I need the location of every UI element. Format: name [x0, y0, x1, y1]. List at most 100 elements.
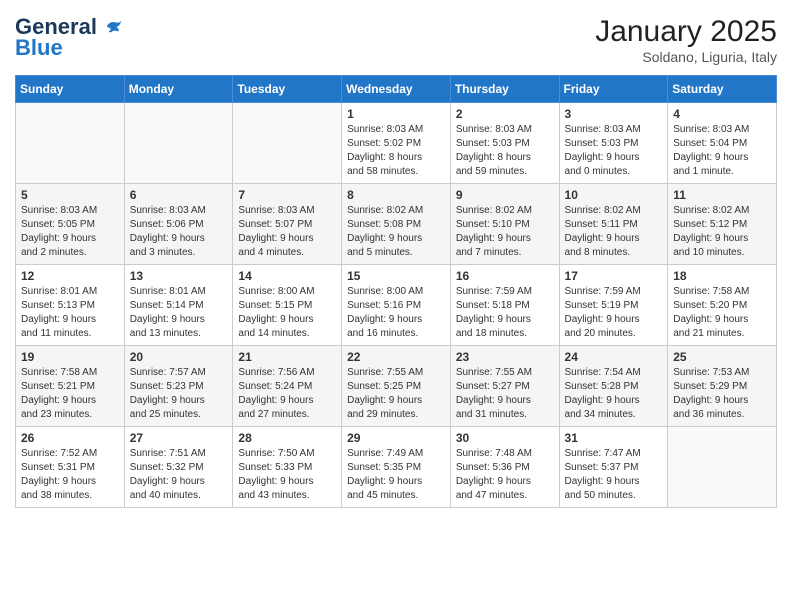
- week-row-4: 19 Sunrise: 7:58 AM Sunset: 5:21 PM Dayli…: [16, 346, 777, 427]
- day-info: Sunrise: 8:03 AM Sunset: 5:03 PM Dayligh…: [456, 123, 554, 179]
- day-number: 22: [347, 350, 445, 364]
- calendar-cell: 25Sunrise: 7:53 AM Sunset: 5:29 PM Dayli…: [668, 346, 777, 427]
- month-title: January 2025: [595, 15, 777, 49]
- day-info: Sunrise: 7:54 AM Sunset: 5:28 PM Dayligh…: [565, 366, 663, 422]
- day-info: Sunrise: 8:03 AM Sunset: 5:04 PM Dayligh…: [673, 123, 771, 179]
- day-info: Sunrise: 8:02 AM Sunset: 5:08 PM Dayligh…: [347, 204, 445, 260]
- day-info: Sunrise: 7:55 AM Sunset: 5:27 PM Dayligh…: [456, 366, 554, 422]
- day-info: Sunrise: 7:58 AM Sunset: 5:21 PM Dayligh…: [21, 366, 119, 422]
- calendar-cell: 18Sunrise: 7:58 AM Sunset: 5:20 PM Dayli…: [668, 265, 777, 346]
- day-number: 21: [238, 350, 336, 364]
- calendar-cell: 2 Sunrise: 8:03 AM Sunset: 5:03 PM Daylig…: [450, 103, 559, 184]
- day-info: Sunrise: 8:03 AM Sunset: 5:05 PM Dayligh…: [21, 204, 119, 260]
- calendar-cell: 1 Sunrise: 8:03 AM Sunset: 5:02 PM Daylig…: [342, 103, 451, 184]
- day-info: Sunrise: 8:01 AM Sunset: 5:14 PM Dayligh…: [130, 285, 228, 341]
- weekday-header-thursday: Thursday: [450, 76, 559, 103]
- day-number: 2: [456, 107, 554, 121]
- day-info: Sunrise: 8:00 AM Sunset: 5:15 PM Dayligh…: [238, 285, 336, 341]
- day-number: 9: [456, 188, 554, 202]
- day-info: Sunrise: 8:02 AM Sunset: 5:11 PM Dayligh…: [565, 204, 663, 260]
- logo-bird-icon: [105, 18, 123, 36]
- calendar-cell: 5 Sunrise: 8:03 AM Sunset: 5:05 PM Daylig…: [16, 184, 125, 265]
- calendar-cell: 28 Sunrise: 7:50 AM Sunset: 5:33 PM Dayli…: [233, 427, 342, 508]
- page-container: General Blue January 2025 Soldano, Ligur…: [0, 0, 792, 518]
- calendar-cell: 8 Sunrise: 8:02 AM Sunset: 5:08 PM Daylig…: [342, 184, 451, 265]
- calendar-cell: 30Sunrise: 7:48 AM Sunset: 5:36 PM Dayli…: [450, 427, 559, 508]
- weekday-header-tuesday: Tuesday: [233, 76, 342, 103]
- calendar-cell: 21 Sunrise: 7:56 AM Sunset: 5:24 PM Dayli…: [233, 346, 342, 427]
- week-row-1: 1 Sunrise: 8:03 AM Sunset: 5:02 PM Daylig…: [16, 103, 777, 184]
- day-info: Sunrise: 7:49 AM Sunset: 5:35 PM Dayligh…: [347, 447, 445, 503]
- calendar-cell: 17 Sunrise: 7:59 AM Sunset: 5:19 PM Dayli…: [559, 265, 668, 346]
- weekday-header-friday: Friday: [559, 76, 668, 103]
- day-info: Sunrise: 7:58 AM Sunset: 5:20 PM Dayligh…: [673, 285, 771, 341]
- day-info: Sunrise: 8:03 AM Sunset: 5:07 PM Dayligh…: [238, 204, 336, 260]
- week-row-3: 12 Sunrise: 8:01 AM Sunset: 5:13 PM Dayli…: [16, 265, 777, 346]
- day-info: Sunrise: 8:03 AM Sunset: 5:02 PM Dayligh…: [347, 123, 445, 179]
- calendar-cell: 23Sunrise: 7:55 AM Sunset: 5:27 PM Dayli…: [450, 346, 559, 427]
- calendar-cell: 4Sunrise: 8:03 AM Sunset: 5:04 PM Daylig…: [668, 103, 777, 184]
- calendar-cell: [668, 427, 777, 508]
- day-number: 29: [347, 431, 445, 445]
- day-number: 1: [347, 107, 445, 121]
- calendar-cell: 7 Sunrise: 8:03 AM Sunset: 5:07 PM Daylig…: [233, 184, 342, 265]
- header: General Blue January 2025 Soldano, Ligur…: [15, 15, 777, 65]
- day-info: Sunrise: 8:02 AM Sunset: 5:10 PM Dayligh…: [456, 204, 554, 260]
- day-info: Sunrise: 7:55 AM Sunset: 5:25 PM Dayligh…: [347, 366, 445, 422]
- day-number: 19: [21, 350, 119, 364]
- day-number: 30: [456, 431, 554, 445]
- calendar-table: SundayMondayTuesdayWednesdayThursdayFrid…: [15, 75, 777, 508]
- day-info: Sunrise: 7:51 AM Sunset: 5:32 PM Dayligh…: [130, 447, 228, 503]
- day-number: 28: [238, 431, 336, 445]
- calendar-cell: 26 Sunrise: 7:52 AM Sunset: 5:31 PM Dayli…: [16, 427, 125, 508]
- weekday-header-wednesday: Wednesday: [342, 76, 451, 103]
- week-row-2: 5 Sunrise: 8:03 AM Sunset: 5:05 PM Daylig…: [16, 184, 777, 265]
- calendar-cell: 12 Sunrise: 8:01 AM Sunset: 5:13 PM Dayli…: [16, 265, 125, 346]
- day-number: 7: [238, 188, 336, 202]
- day-number: 31: [565, 431, 663, 445]
- calendar-cell: 22 Sunrise: 7:55 AM Sunset: 5:25 PM Dayli…: [342, 346, 451, 427]
- calendar-cell: 20Sunrise: 7:57 AM Sunset: 5:23 PM Dayli…: [124, 346, 233, 427]
- day-info: Sunrise: 8:02 AM Sunset: 5:12 PM Dayligh…: [673, 204, 771, 260]
- day-info: Sunrise: 8:03 AM Sunset: 5:03 PM Dayligh…: [565, 123, 663, 179]
- day-number: 3: [565, 107, 663, 121]
- calendar-cell: 10 Sunrise: 8:02 AM Sunset: 5:11 PM Dayli…: [559, 184, 668, 265]
- weekday-header-saturday: Saturday: [668, 76, 777, 103]
- weekday-header-monday: Monday: [124, 76, 233, 103]
- day-info: Sunrise: 7:56 AM Sunset: 5:24 PM Dayligh…: [238, 366, 336, 422]
- day-number: 12: [21, 269, 119, 283]
- day-number: 8: [347, 188, 445, 202]
- title-block: January 2025 Soldano, Liguria, Italy: [595, 15, 777, 65]
- day-number: 11: [673, 188, 771, 202]
- calendar-cell: [16, 103, 125, 184]
- day-info: Sunrise: 8:01 AM Sunset: 5:13 PM Dayligh…: [21, 285, 119, 341]
- calendar-cell: 6Sunrise: 8:03 AM Sunset: 5:06 PM Daylig…: [124, 184, 233, 265]
- calendar-cell: 27 Sunrise: 7:51 AM Sunset: 5:32 PM Dayli…: [124, 427, 233, 508]
- calendar-cell: 29 Sunrise: 7:49 AM Sunset: 5:35 PM Dayli…: [342, 427, 451, 508]
- day-number: 27: [130, 431, 228, 445]
- day-number: 13: [130, 269, 228, 283]
- day-number: 26: [21, 431, 119, 445]
- day-number: 20: [130, 350, 228, 364]
- day-number: 17: [565, 269, 663, 283]
- day-info: Sunrise: 8:00 AM Sunset: 5:16 PM Dayligh…: [347, 285, 445, 341]
- day-number: 6: [130, 188, 228, 202]
- weekday-header-sunday: Sunday: [16, 76, 125, 103]
- calendar-cell: 24Sunrise: 7:54 AM Sunset: 5:28 PM Dayli…: [559, 346, 668, 427]
- day-number: 14: [238, 269, 336, 283]
- day-number: 10: [565, 188, 663, 202]
- calendar-cell: 3 Sunrise: 8:03 AM Sunset: 5:03 PM Daylig…: [559, 103, 668, 184]
- day-info: Sunrise: 7:50 AM Sunset: 5:33 PM Dayligh…: [238, 447, 336, 503]
- calendar-cell: 11 Sunrise: 8:02 AM Sunset: 5:12 PM Dayli…: [668, 184, 777, 265]
- day-info: Sunrise: 7:59 AM Sunset: 5:19 PM Dayligh…: [565, 285, 663, 341]
- calendar-cell: 19 Sunrise: 7:58 AM Sunset: 5:21 PM Dayli…: [16, 346, 125, 427]
- day-info: Sunrise: 7:52 AM Sunset: 5:31 PM Dayligh…: [21, 447, 119, 503]
- day-number: 5: [21, 188, 119, 202]
- week-row-5: 26 Sunrise: 7:52 AM Sunset: 5:31 PM Dayli…: [16, 427, 777, 508]
- calendar-cell: 14 Sunrise: 8:00 AM Sunset: 5:15 PM Dayli…: [233, 265, 342, 346]
- weekday-header-row: SundayMondayTuesdayWednesdayThursdayFrid…: [16, 76, 777, 103]
- calendar-cell: 9 Sunrise: 8:02 AM Sunset: 5:10 PM Daylig…: [450, 184, 559, 265]
- day-info: Sunrise: 7:47 AM Sunset: 5:37 PM Dayligh…: [565, 447, 663, 503]
- day-info: Sunrise: 7:59 AM Sunset: 5:18 PM Dayligh…: [456, 285, 554, 341]
- calendar-cell: [124, 103, 233, 184]
